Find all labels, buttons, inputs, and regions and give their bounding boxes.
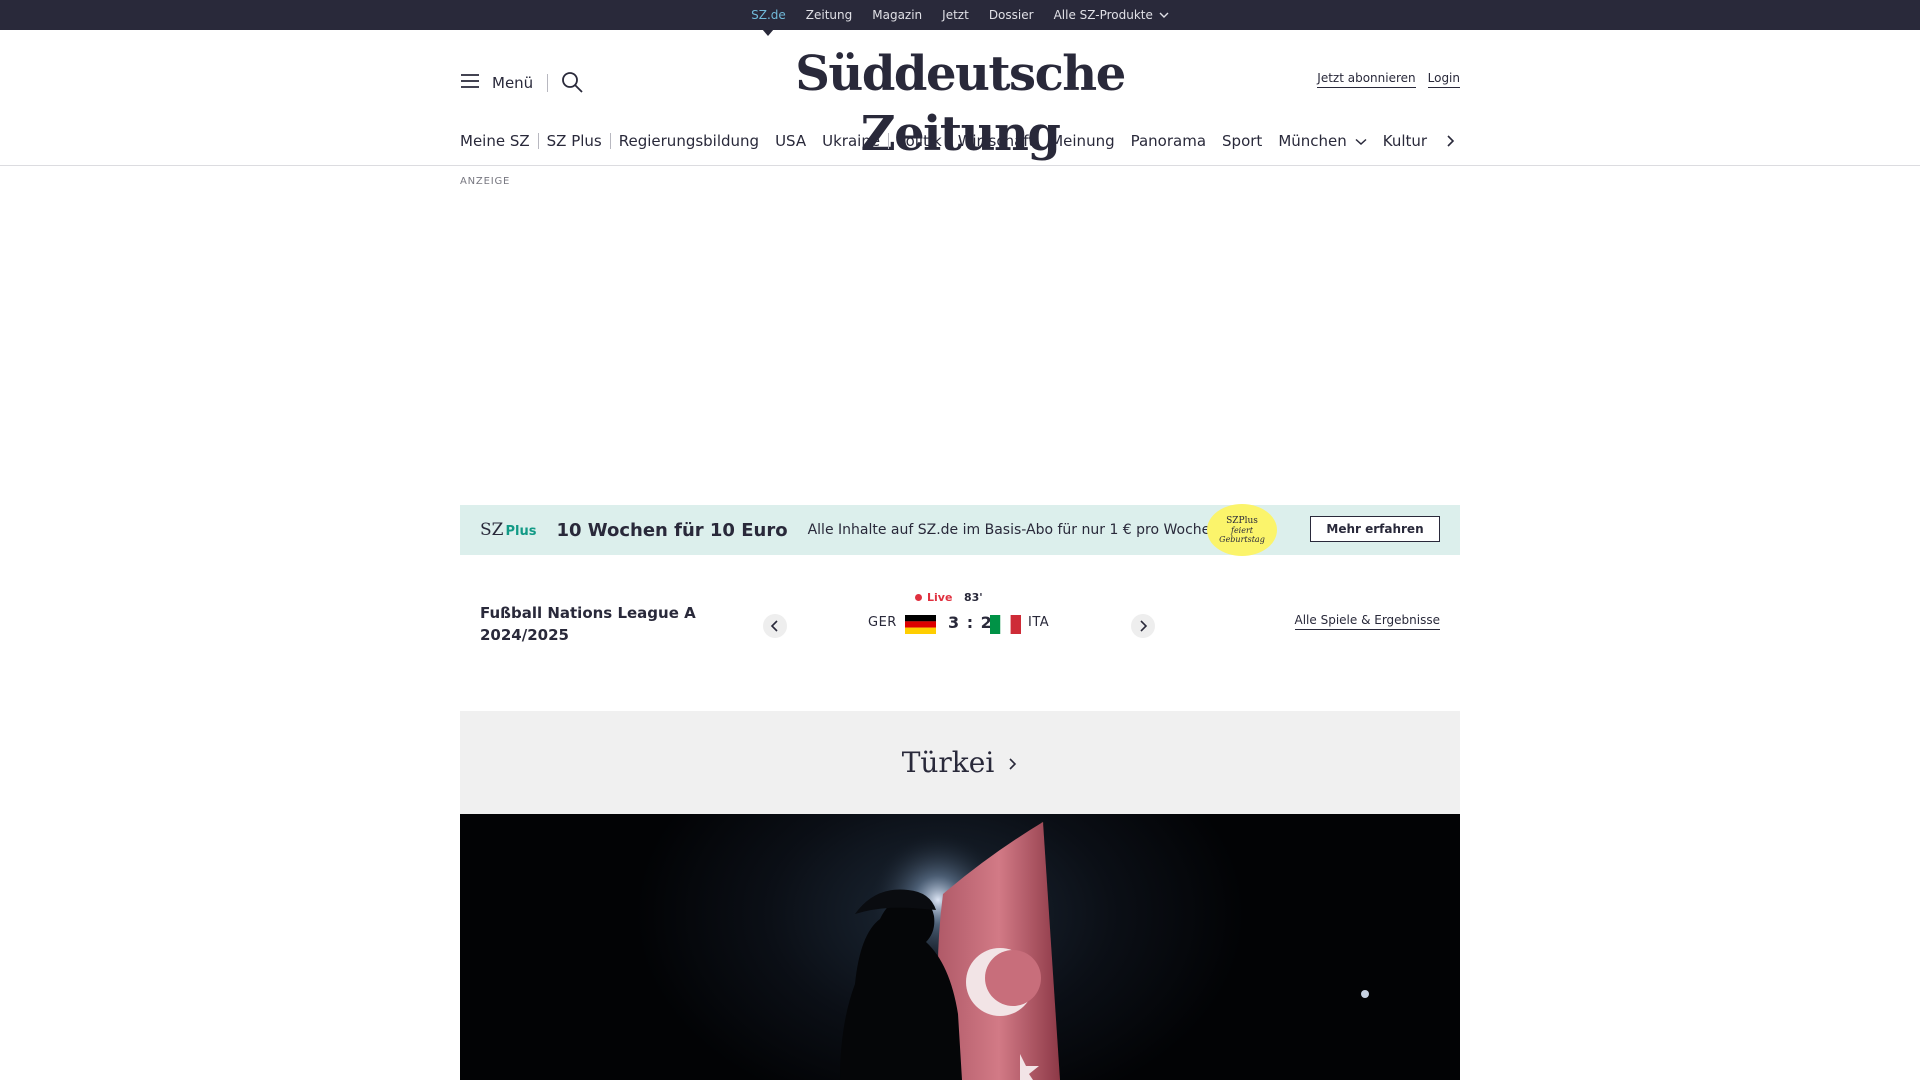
competition-title: Fußball Nations League A 2024/2025 <box>480 604 696 644</box>
search-icon[interactable] <box>561 71 583 93</box>
hamburger-icon <box>460 73 480 93</box>
badge-line-2: feiert <box>1230 525 1254 535</box>
home-team: GER <box>868 615 897 630</box>
account-links: Jetzt abonnieren Login <box>1317 71 1460 88</box>
product-link-magazin[interactable]: Magazin <box>862 0 932 30</box>
chevron-left-icon <box>770 620 778 632</box>
all-games-link[interactable]: Alle Spiele & Ergebnisse <box>1294 613 1440 630</box>
sz-plus-logo-sz: SZ <box>480 520 504 540</box>
product-link-zeitung[interactable]: Zeitung <box>796 0 862 30</box>
chevron-down-icon <box>1159 0 1169 30</box>
all-products-label: Alle SZ-Produkte <box>1053 7 1153 22</box>
login-link[interactable]: Login <box>1427 71 1460 88</box>
product-link-dossier[interactable]: Dossier <box>979 0 1044 30</box>
nav-item-meine-sz[interactable]: Meine SZ <box>460 131 538 151</box>
nav-item-usa[interactable]: USA <box>767 131 814 151</box>
hero-image[interactable] <box>460 814 1460 1080</box>
nav-item-politik[interactable]: Politik <box>889 131 950 151</box>
nav-item-ukraine[interactable]: Ukraine <box>814 131 888 151</box>
promo-headline: 10 Wochen für 10 Euro <box>556 519 788 541</box>
nav-item-muenchen[interactable]: München <box>1270 131 1374 152</box>
chevron-right-icon <box>1140 620 1148 632</box>
nav-item-sz-plus[interactable]: SZ Plus <box>539 131 610 151</box>
away-team: ITA <box>1028 615 1050 630</box>
live-dot-icon <box>915 594 922 601</box>
product-link-sz-de[interactable]: SZ.de <box>741 0 796 36</box>
chevron-right-icon <box>1008 756 1018 775</box>
promo-text: Alle Inhalte auf SZ.de im Basis-Abo für … <box>807 522 1215 538</box>
badge-line-1: SZPlus <box>1226 515 1258 526</box>
header-divider <box>547 74 548 92</box>
nav-item-kultur[interactable]: Kultur <box>1375 131 1435 151</box>
italy-flag-icon <box>990 615 1021 634</box>
match-minute: 83' <box>964 591 983 604</box>
live-score-widget: Fußball Nations League A 2024/2025 Live … <box>460 580 1460 660</box>
subscription-promo-banner[interactable]: SZ Plus 10 Wochen für 10 Euro Alle Inhalt… <box>460 504 1460 556</box>
top-bar: SZ.de Zeitung Magazin Jetzt Dossier Alle… <box>0 0 1920 36</box>
site-header: Menü Süddeutsche Zeitung Jetzt abonniere… <box>0 30 1920 166</box>
subscribe-link[interactable]: Jetzt abonnieren <box>1317 71 1416 88</box>
nav-item-muenchen-label: München <box>1278 131 1347 150</box>
ad-label: ANZEIGE <box>460 176 511 187</box>
topic-header[interactable]: Türkei <box>460 711 1460 814</box>
previous-match-button[interactable] <box>763 614 787 638</box>
chevron-down-icon <box>1355 131 1367 151</box>
hero-photo-illustration <box>840 821 1369 1080</box>
nav-item-wirtschaft[interactable]: Wirtschaft <box>950 131 1042 151</box>
sz-plus-logo-plus: Plus <box>505 524 537 539</box>
product-link-jetzt[interactable]: Jetzt <box>932 0 979 30</box>
main-navigation: Meine SZ SZ Plus Regierungsbildung USA U… <box>460 126 1460 156</box>
germany-flag-icon <box>905 615 936 634</box>
product-nav: SZ.de Zeitung Magazin Jetzt Dossier Alle… <box>0 0 1920 36</box>
nav-item-regierungsbildung[interactable]: Regierungsbildung <box>611 131 767 151</box>
chevron-right-icon[interactable] <box>1440 131 1460 151</box>
menu-label: Menü <box>492 74 534 92</box>
sz-plus-logo: SZ Plus <box>480 520 536 540</box>
topic-title: Türkei <box>901 746 995 779</box>
match-score[interactable]: 3 : 2 <box>948 613 993 632</box>
next-match-button[interactable] <box>1131 614 1155 638</box>
learn-more-button[interactable]: Mehr erfahren <box>1310 516 1440 542</box>
nav-item-panorama[interactable]: Panorama <box>1123 131 1214 151</box>
nav-item-meinung[interactable]: Meinung <box>1042 131 1122 151</box>
badge-line-3: Geburtstag <box>1219 534 1265 544</box>
birthday-badge: SZPlus feiert Geburtstag <box>1207 504 1277 556</box>
nav-item-sport[interactable]: Sport <box>1214 131 1270 151</box>
all-products-dropdown[interactable]: Alle SZ-Produkte <box>1044 0 1179 30</box>
menu-button[interactable]: Menü <box>460 70 533 96</box>
live-indicator: Live <box>915 591 952 604</box>
live-label: Live <box>927 591 953 604</box>
